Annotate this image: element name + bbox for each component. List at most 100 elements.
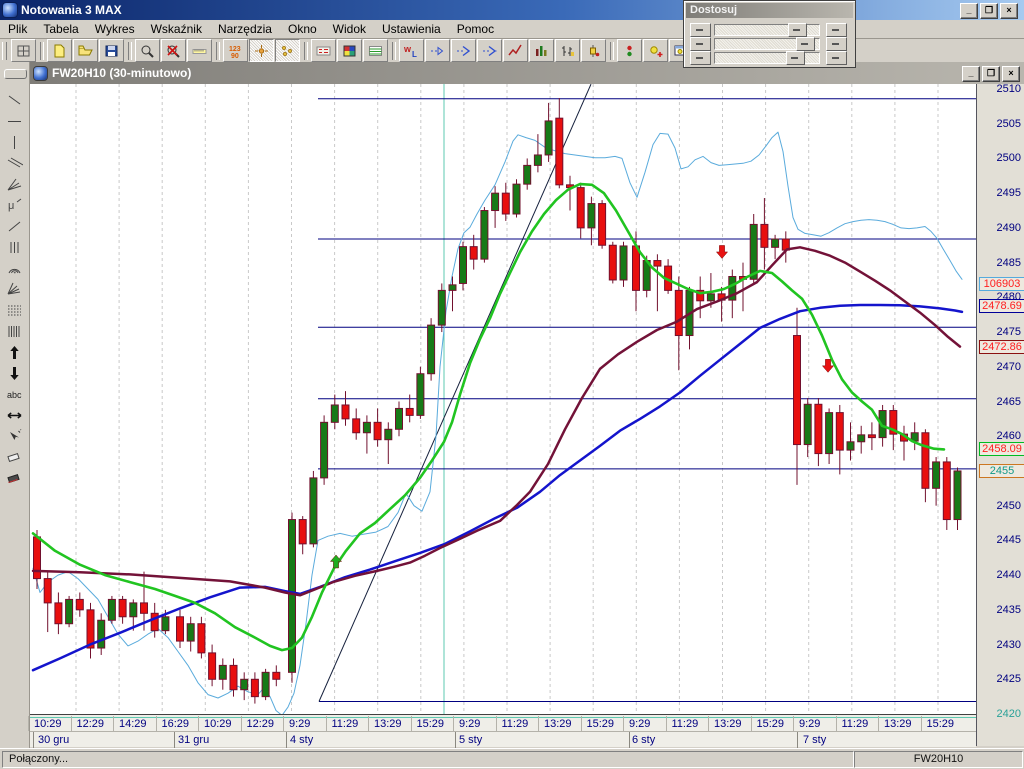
- dashed-arrow-3-button[interactable]: [477, 39, 502, 62]
- measure-ruler-button[interactable]: [187, 39, 212, 62]
- toolbar-grip[interactable]: [2, 42, 7, 60]
- add-indicator-circle-button[interactable]: [643, 39, 668, 62]
- tool-line-horizontal[interactable]: [3, 110, 26, 131]
- tool-arrow-horizontal-tool[interactable]: [3, 404, 26, 425]
- tool-pitchfork[interactable]: μ: [3, 194, 26, 215]
- menu-item-narzędzia[interactable]: Narzędzia: [210, 20, 280, 38]
- time-tick: [921, 716, 922, 731]
- wl-letters-button[interactable]: wL: [399, 39, 424, 62]
- candle-body: [209, 653, 216, 679]
- menu-item-pomoc[interactable]: Pomoc: [449, 20, 502, 38]
- tool-arrow-down-tool[interactable]: [3, 362, 26, 383]
- tile-windows-button[interactable]: [11, 39, 36, 62]
- close-button[interactable]: ×: [1000, 3, 1018, 19]
- candle-body: [331, 405, 338, 422]
- candle-body: [761, 224, 768, 247]
- svg-text:L: L: [412, 50, 417, 59]
- tool-text-tool[interactable]: abc: [3, 383, 26, 404]
- candle-body: [396, 408, 403, 429]
- menu-item-tabela[interactable]: Tabela: [35, 20, 86, 38]
- tool-arrow-up-tool[interactable]: [3, 341, 26, 362]
- price-tick-label: 2450: [981, 500, 1021, 512]
- price-tick-label: 2490: [981, 222, 1021, 234]
- slider-thumb[interactable]: [786, 51, 805, 65]
- slider-thumb[interactable]: [796, 37, 815, 51]
- open-chart-button[interactable]: [73, 39, 98, 62]
- tool-line-vertical[interactable]: [3, 131, 26, 152]
- price-scale-numbers-button[interactable]: 12390: [223, 39, 248, 62]
- tool-line-down[interactable]: [3, 89, 26, 110]
- time-label: 12:29: [77, 718, 105, 730]
- bicolor-dots-button[interactable]: [617, 39, 642, 62]
- menu-item-wykres[interactable]: Wykres: [87, 20, 143, 38]
- tool-eraser-tool[interactable]: [3, 446, 26, 467]
- save-chart-button[interactable]: [99, 39, 124, 62]
- dashed-arrow-1-button[interactable]: [425, 39, 450, 62]
- slider-left-button[interactable]: [690, 37, 711, 51]
- histogram-chart-type-button[interactable]: [529, 39, 554, 62]
- tool-fan-lines[interactable]: [3, 173, 26, 194]
- tool-dense-vertical-lines[interactable]: [3, 320, 26, 341]
- menu-item-plik[interactable]: Plik: [0, 20, 35, 38]
- candle-body: [794, 336, 801, 445]
- svg-text:90: 90: [231, 53, 239, 59]
- tool-three-vertical-lines[interactable]: [3, 236, 26, 257]
- candle-body: [609, 245, 616, 280]
- slider-right-button[interactable]: [826, 23, 847, 37]
- price-value-box: 2472.86: [979, 340, 1024, 354]
- candle-body: [251, 679, 258, 696]
- time-axis[interactable]: 10:2912:2914:2916:2910:2912:299:2911:291…: [30, 714, 976, 747]
- chart-close-button[interactable]: ×: [1002, 66, 1020, 82]
- tool-eraser-dark-tool[interactable]: [3, 467, 26, 488]
- restore-button[interactable]: ❐: [980, 3, 998, 19]
- candle-body: [513, 184, 520, 214]
- zoom-button[interactable]: [135, 39, 160, 62]
- data-points-mode-button[interactable]: [275, 39, 300, 62]
- chart-window-title-bar[interactable]: FW20H10 (30-minutowo) _ ❐ ×: [30, 62, 1024, 84]
- adjust-dialog-title-bar[interactable]: Dostosuj: [686, 3, 853, 18]
- menu-item-ustawienia[interactable]: Ustawienia: [374, 20, 449, 38]
- slider-right-button[interactable]: [826, 51, 847, 65]
- tool-parallel-lines[interactable]: [3, 152, 26, 173]
- line-chart-type-button[interactable]: [503, 39, 528, 62]
- candle-body: [119, 599, 126, 616]
- grid-lines-button[interactable]: [363, 39, 388, 62]
- candle-body: [933, 462, 940, 488]
- price-axis[interactable]: 2510250525002495249024852480247524702465…: [976, 84, 1024, 746]
- dashed-arrow-2-button[interactable]: [451, 39, 476, 62]
- tool-fib-retracement[interactable]: [3, 299, 26, 320]
- tool-arcs[interactable]: [3, 257, 26, 278]
- menu-item-wskaźnik[interactable]: Wskaźnik: [143, 20, 210, 38]
- ohlc-chart-type-button[interactable]: [555, 39, 580, 62]
- tool-gann-rays[interactable]: [3, 278, 26, 299]
- quotes-table-button[interactable]: [311, 39, 336, 62]
- adjust-dialog[interactable]: Dostosuj: [683, 0, 856, 68]
- time-tick: [666, 716, 667, 731]
- chart-minimize-button[interactable]: _: [962, 66, 980, 82]
- price-tick-label: 2425: [981, 673, 1021, 685]
- new-chart-button[interactable]: [47, 39, 72, 62]
- candlestick-chart-type-button[interactable]: [581, 39, 606, 62]
- drawing-toolbar: μ abc: [0, 62, 30, 748]
- candle-body: [374, 422, 381, 439]
- chart-restore-button[interactable]: ❐: [982, 66, 1000, 82]
- minimize-button[interactable]: _: [960, 3, 978, 19]
- mosaic-windows-button[interactable]: [337, 39, 362, 62]
- candle-body: [524, 165, 531, 184]
- menu-item-widok[interactable]: Widok: [325, 20, 374, 38]
- app-icon: [3, 3, 17, 17]
- zoom-reset-button[interactable]: [161, 39, 186, 62]
- tool-pointer-star-tool[interactable]: [3, 425, 26, 446]
- time-label: 10:29: [34, 718, 62, 730]
- tool-line-up[interactable]: [3, 215, 26, 236]
- menu-item-okno[interactable]: Okno: [280, 20, 325, 38]
- slider-left-button[interactable]: [690, 51, 711, 65]
- menu-bar: PlikTabelaWykresWskaźnikNarzędziaOknoWid…: [0, 20, 1024, 39]
- slider-thumb[interactable]: [788, 23, 807, 37]
- drawing-toolbar-grip[interactable]: [4, 69, 27, 79]
- time-label: 15:29: [417, 718, 445, 730]
- chart-plot-area[interactable]: [30, 84, 976, 714]
- slider-right-button[interactable]: [826, 37, 847, 51]
- slider-left-button[interactable]: [690, 23, 711, 37]
- crosshair-mode-button[interactable]: [249, 39, 274, 62]
